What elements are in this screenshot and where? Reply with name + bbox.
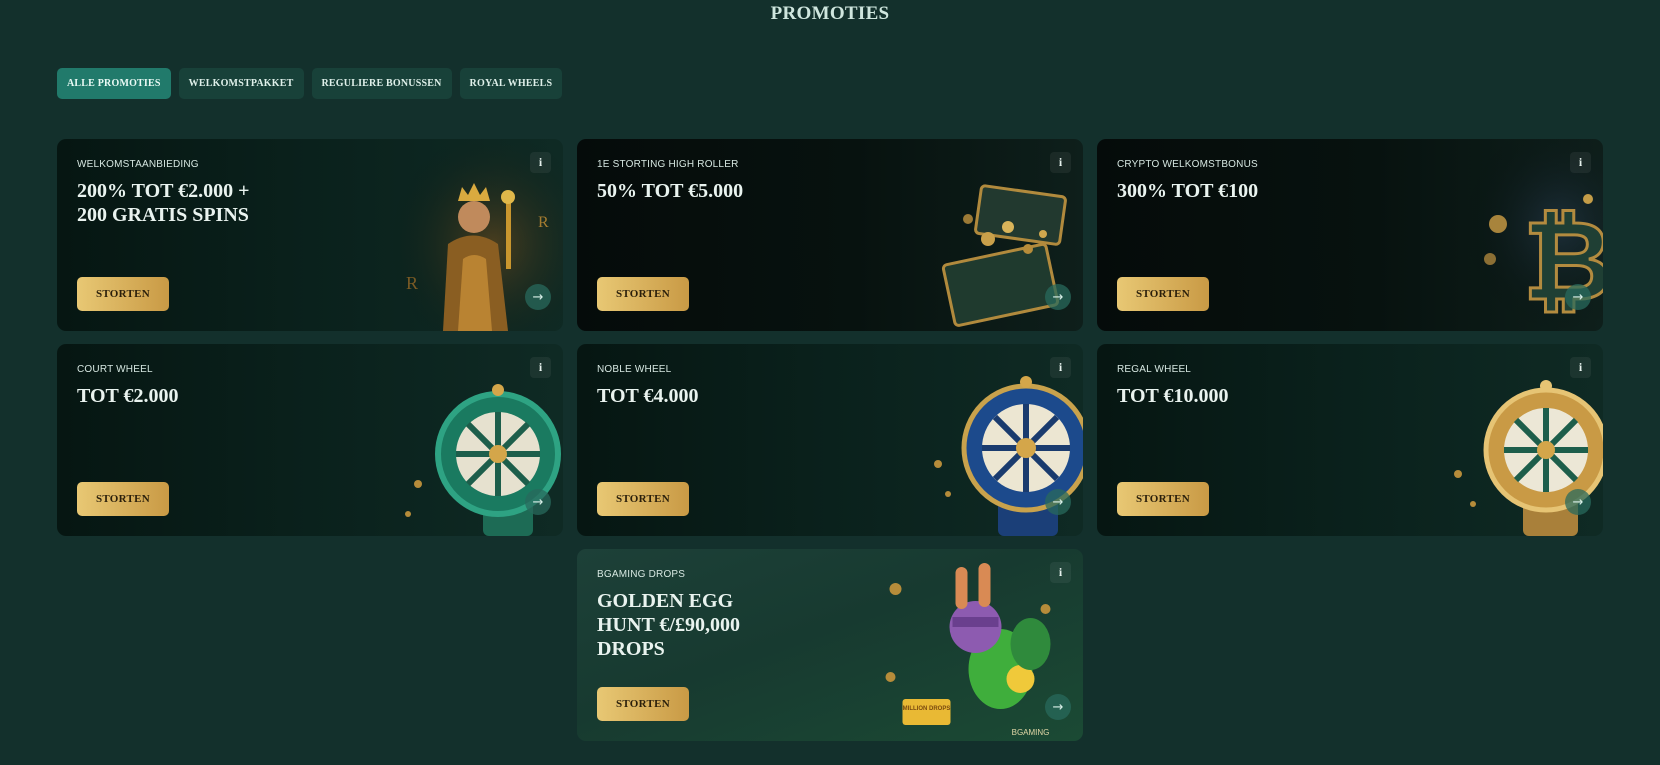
promo-card-bgaming-drops[interactable]: MILLION DROPS BGAMING BGAMING DROPS GOLD… <box>577 549 1083 741</box>
promo-card-headline: TOT €2.000 <box>77 385 179 407</box>
tab-royal-wheels[interactable]: ROYAL WHEELS <box>459 68 563 99</box>
promo-card-label: WELKOMSTAANBIEDING <box>77 159 199 170</box>
promo-card-headline: GOLDEN EGG HUNT €/£90,000 DROPS <box>597 590 740 660</box>
bgaming-logo-text: BGAMING <box>1012 728 1050 737</box>
arrow-right-icon[interactable]: → <box>525 489 551 515</box>
tab-all-promotions[interactable]: ALLE PROMOTIES <box>57 68 171 99</box>
promo-card-headline: 50% TOT €5.000 <box>597 180 744 202</box>
deposit-button[interactable]: STORTEN <box>77 482 169 516</box>
promo-card-label: NOBLE WHEEL <box>597 364 672 375</box>
tab-regular-bonuses[interactable]: REGULIERE BONUSSEN <box>311 68 452 99</box>
promo-card-crypto[interactable]: ₿ CRYPTO WELKOMSTBONUS 300% TOT €100 STO… <box>1097 139 1603 331</box>
deposit-button[interactable]: STORTEN <box>77 277 169 311</box>
promo-card-label: BGAMING DROPS <box>597 569 686 580</box>
million-drops-text: MILLION DROPS <box>903 706 951 712</box>
svg-text:R: R <box>406 273 418 293</box>
promo-filter-tabs: ALLE PROMOTIES WELKOMSTPAKKET REGULIERE … <box>57 68 563 99</box>
svg-text:₿: ₿ <box>1523 197 1603 325</box>
svg-text:R: R <box>538 214 549 231</box>
promo-card-court-wheel[interactable]: COURT WHEEL TOT €2.000 STORTEN i → <box>57 344 563 536</box>
promo-card-label: COURT WHEEL <box>77 364 153 375</box>
info-icon[interactable]: i <box>1570 357 1591 378</box>
deposit-button[interactable]: STORTEN <box>597 277 689 311</box>
promo-card-headline: 300% TOT €100 <box>1117 180 1259 202</box>
promo-card-welcome[interactable]: R R WELKOMSTAANBIEDING 200% TOT €2.000 +… <box>57 139 563 331</box>
arrow-right-icon[interactable]: → <box>1045 694 1071 720</box>
arrow-right-icon[interactable]: → <box>1565 489 1591 515</box>
promo-card-label: REGAL WHEEL <box>1117 364 1192 375</box>
info-icon[interactable]: i <box>1570 152 1591 173</box>
promo-card-headline: TOT €10.000 <box>1117 385 1229 407</box>
tab-welcome-package[interactable]: WELKOMSTPAKKET <box>178 68 304 99</box>
promo-card-headline: 200% TOT €2.000 + 200 GRATIS SPINS <box>77 180 250 226</box>
info-icon[interactable]: i <box>530 152 551 173</box>
deposit-button[interactable]: STORTEN <box>1117 277 1209 311</box>
promo-card-headline: TOT €4.000 <box>597 385 699 407</box>
promotions-page: PROMOTIES ALLE PROMOTIES WELKOMSTPAKKET … <box>0 0 1660 765</box>
info-icon[interactable]: i <box>1050 562 1071 583</box>
promo-card-regal-wheel[interactable]: REGAL WHEEL TOT €10.000 STORTEN i → <box>1097 344 1603 536</box>
info-icon[interactable]: i <box>530 357 551 378</box>
arrow-right-icon[interactable]: → <box>1045 489 1071 515</box>
promo-card-label: 1E STORTING HIGH ROLLER <box>597 159 739 170</box>
arrow-right-icon[interactable]: → <box>525 284 551 310</box>
promo-card-high-roller[interactable]: 1E STORTING HIGH ROLLER 50% TOT €5.000 S… <box>577 139 1083 331</box>
page-title: PROMOTIES <box>770 3 890 24</box>
info-icon[interactable]: i <box>1050 357 1071 378</box>
promo-card-noble-wheel[interactable]: NOBLE WHEEL TOT €4.000 STORTEN i → <box>577 344 1083 536</box>
info-icon[interactable]: i <box>1050 152 1071 173</box>
promo-card-label: CRYPTO WELKOMSTBONUS <box>1117 159 1258 170</box>
arrow-right-icon[interactable]: → <box>1045 284 1071 310</box>
arrow-right-icon[interactable]: → <box>1565 284 1591 310</box>
deposit-button[interactable]: STORTEN <box>1117 482 1209 516</box>
deposit-button[interactable]: STORTEN <box>597 482 689 516</box>
deposit-button[interactable]: STORTEN <box>597 687 689 721</box>
